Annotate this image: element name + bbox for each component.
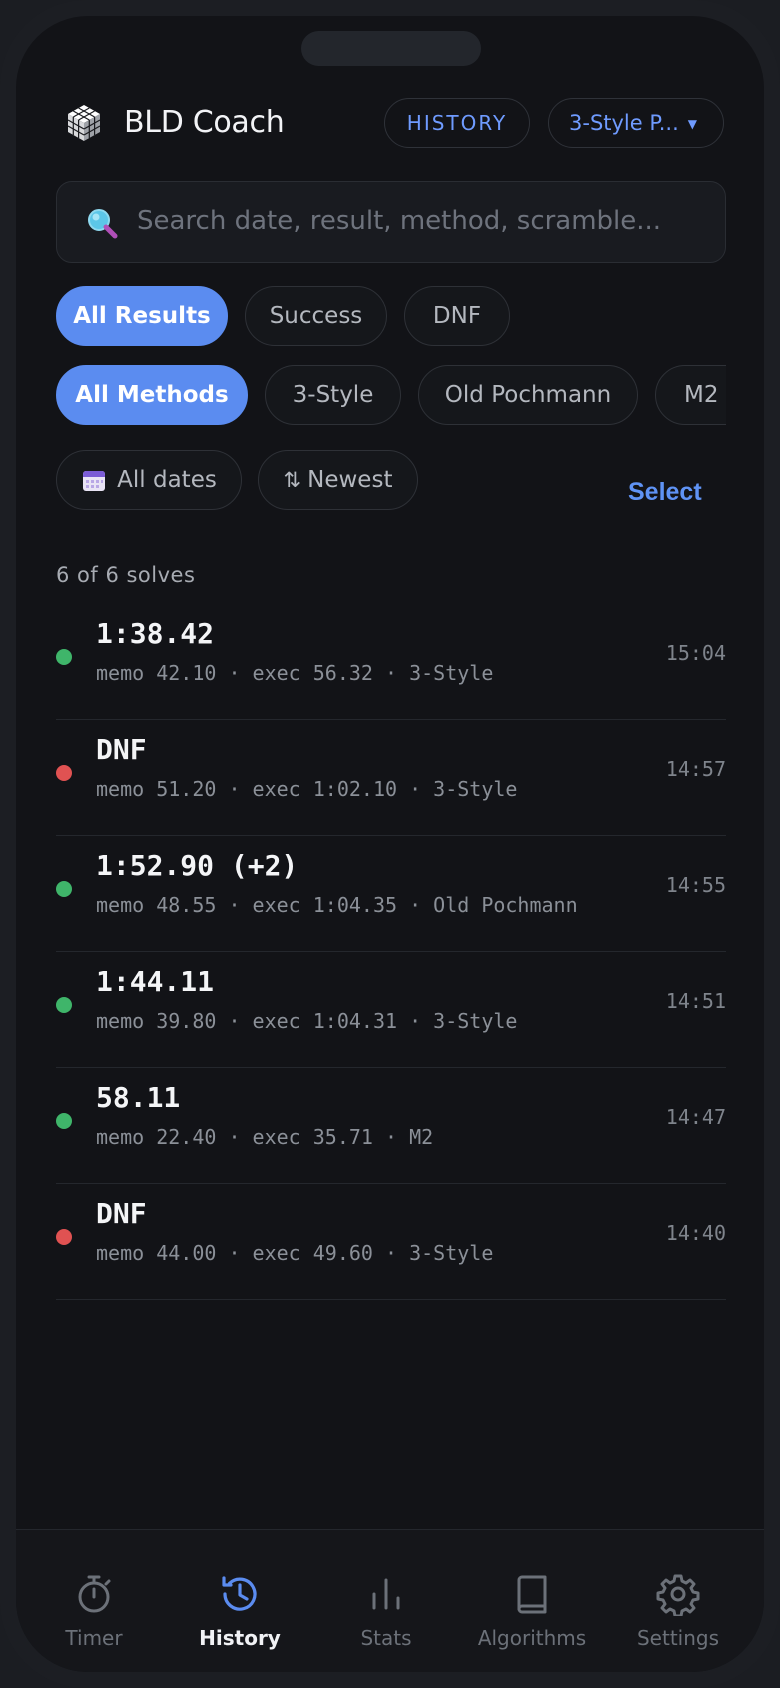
date-filter-label: All dates xyxy=(117,467,217,493)
tab-algorithms-label: Algorithms xyxy=(477,1626,587,1650)
book-icon xyxy=(517,1575,547,1614)
history-button[interactable]: HISTORY xyxy=(384,98,530,148)
solve-time: 1:52.90 (+2) xyxy=(96,849,299,882)
filter-old-pochmann[interactable]: Old Pochmann xyxy=(418,365,638,425)
method-selector-label: 3-Style P... xyxy=(569,111,679,135)
tab-settings-label: Settings xyxy=(636,1626,720,1650)
solve-time: DNF xyxy=(96,733,147,766)
status-dot-dnf xyxy=(56,1229,72,1245)
search-placeholder: Search date, result, method, scramble... xyxy=(137,206,662,236)
sort-arrows-icon: ⇅ xyxy=(283,468,302,492)
method-filter-row[interactable]: All Methods 3-Style Old Pochmann M2 xyxy=(56,365,726,427)
solve-detail: memo 44.00 · exec 49.60 · 3-Style xyxy=(96,1241,494,1265)
calendar-icon xyxy=(83,471,106,491)
caret-down-icon: ▼ xyxy=(687,117,697,131)
status-dot-success xyxy=(56,881,72,897)
filter-all-results[interactable]: All Results xyxy=(56,286,228,346)
gear-icon xyxy=(656,1574,700,1616)
solve-clock: 15:04 xyxy=(665,641,726,665)
solve-time: 58.11 xyxy=(96,1081,181,1114)
solve-row[interactable]: DNF memo 44.00 · exec 49.60 · 3-Style 14… xyxy=(56,1183,726,1300)
solve-clock: 14:40 xyxy=(665,1221,726,1245)
status-dot-success xyxy=(56,997,72,1013)
phone-frame: BLD Coach HISTORY 3-Style P... ▼ Search … xyxy=(0,0,780,1688)
filter-dnf[interactable]: DNF xyxy=(404,286,510,346)
tab-stats[interactable]: Stats xyxy=(316,1530,456,1672)
solve-detail: memo 39.80 · exec 1:04.31 · 3-Style xyxy=(96,1009,518,1033)
solve-clock: 14:47 xyxy=(665,1105,726,1129)
solve-detail: memo 22.40 · exec 35.71 · M2 xyxy=(96,1125,434,1149)
solve-time: 1:44.11 xyxy=(96,965,215,998)
tab-timer[interactable]: Timer xyxy=(24,1530,164,1672)
solve-detail: memo 42.10 · exec 56.32 · 3-Style xyxy=(96,661,494,685)
tab-settings[interactable]: Settings xyxy=(608,1530,748,1672)
select-button[interactable]: Select xyxy=(628,478,702,507)
notch xyxy=(301,31,481,66)
tab-history-label: History xyxy=(199,1626,281,1650)
solve-time: DNF xyxy=(96,1197,147,1230)
solve-row[interactable]: 1:38.42 memo 42.10 · exec 56.32 · 3-Styl… xyxy=(56,603,726,720)
sort-label: Newest xyxy=(307,467,393,493)
status-dot-dnf xyxy=(56,765,72,781)
solve-detail: memo 51.20 · exec 1:02.10 · 3-Style xyxy=(96,777,518,801)
solve-clock: 14:57 xyxy=(665,757,726,781)
filter-all-methods[interactable]: All Methods xyxy=(56,365,248,425)
history-icon xyxy=(222,1576,257,1611)
app-screen: BLD Coach HISTORY 3-Style P... ▼ Search … xyxy=(16,16,764,1672)
search-icon xyxy=(88,209,118,239)
stopwatch-icon xyxy=(78,1575,111,1613)
bottom-tab-bar: Timer History Stats Algorithms Settings xyxy=(16,1529,764,1672)
sort-button[interactable]: ⇅ Newest xyxy=(258,450,418,510)
tab-timer-label: Timer xyxy=(65,1626,123,1650)
solve-row[interactable]: 58.11 memo 22.40 · exec 35.71 · M2 14:47 xyxy=(56,1067,726,1184)
solve-detail: memo 48.55 · exec 1:04.35 · Old Pochmann xyxy=(96,893,578,917)
method-selector[interactable]: 3-Style P... ▼ xyxy=(548,98,724,148)
solve-clock: 14:51 xyxy=(665,989,726,1013)
solve-row[interactable]: DNF memo 51.20 · exec 1:02.10 · 3-Style … xyxy=(56,719,726,836)
tab-algorithms[interactable]: Algorithms xyxy=(462,1530,602,1672)
filter-3-style[interactable]: 3-Style xyxy=(265,365,401,425)
tab-stats-label: Stats xyxy=(360,1626,412,1650)
filter-m2[interactable]: M2 xyxy=(655,365,726,425)
bar-chart-icon xyxy=(372,1578,400,1610)
solve-row[interactable]: 1:52.90 (+2) memo 48.55 · exec 1:04.35 ·… xyxy=(56,835,726,952)
app-title: BLD Coach xyxy=(124,105,285,140)
solve-count: 6 of 6 solves xyxy=(56,563,196,587)
solve-row[interactable]: 1:44.11 memo 39.80 · exec 1:04.31 · 3-St… xyxy=(56,951,726,1068)
filter-success[interactable]: Success xyxy=(245,286,387,346)
tab-history[interactable]: History xyxy=(170,1530,310,1672)
solve-clock: 14:55 xyxy=(665,873,726,897)
search-field[interactable]: Search date, result, method, scramble... xyxy=(56,181,726,263)
solve-time: 1:38.42 xyxy=(96,617,215,650)
date-filter-button[interactable]: All dates xyxy=(56,450,242,510)
cube-logo-icon xyxy=(67,105,101,141)
status-dot-success xyxy=(56,1113,72,1129)
status-dot-success xyxy=(56,649,72,665)
